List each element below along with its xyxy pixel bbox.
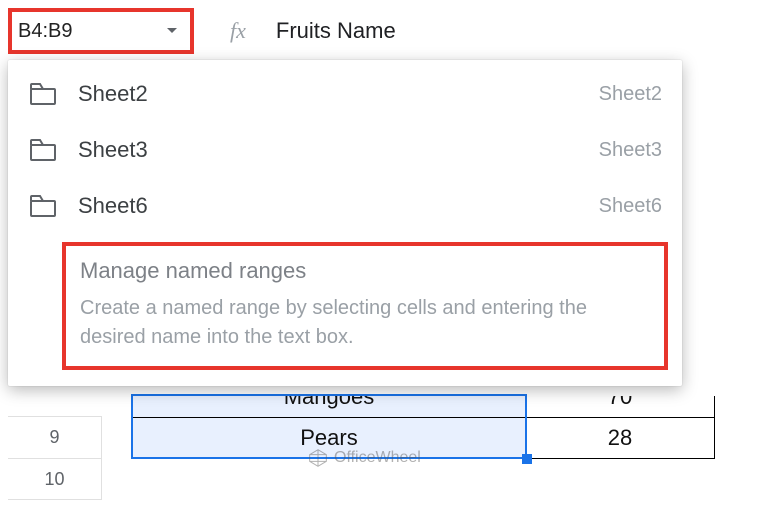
sheet-icon: [30, 139, 56, 161]
row-headers: 9 10: [8, 416, 102, 500]
manage-named-ranges[interactable]: Manage named ranges Create a named range…: [62, 242, 668, 370]
name-box-dropdown: Sheet2 Sheet2 Sheet3 Sheet3 Sheet6 Sheet…: [8, 60, 682, 386]
sheet-icon: [30, 195, 56, 217]
menu-item-sheet2[interactable]: Sheet2 Sheet2: [8, 66, 682, 122]
menu-item-sheetref: Sheet2: [599, 83, 662, 106]
chevron-down-icon[interactable]: [164, 23, 180, 39]
menu-item-label: Sheet2: [78, 81, 148, 107]
cell-b9[interactable]: Pears: [132, 417, 526, 459]
menu-item-sheetref: Sheet6: [599, 195, 662, 218]
menu-item-label: Sheet6: [78, 193, 148, 219]
cell-b8[interactable]: Mangoes: [132, 396, 526, 418]
selection-handle[interactable]: [522, 454, 532, 464]
fx-icon: fx: [230, 18, 246, 44]
formula-input[interactable]: [276, 18, 728, 44]
menu-item-sheet6[interactable]: Sheet6 Sheet6: [8, 178, 682, 234]
name-box[interactable]: [8, 8, 194, 54]
manage-named-ranges-desc: Create a named range by selecting cells …: [80, 294, 650, 352]
formula-bar-row: fx: [8, 8, 728, 54]
cell-c9[interactable]: 28: [525, 417, 715, 459]
row-header[interactable]: 9: [8, 416, 102, 458]
menu-item-sheetref: Sheet3: [599, 139, 662, 162]
manage-named-ranges-title: Manage named ranges: [80, 258, 650, 284]
row-header[interactable]: 10: [8, 458, 102, 500]
menu-item-sheet3[interactable]: Sheet3 Sheet3: [8, 122, 682, 178]
cell-c8[interactable]: 70: [525, 396, 715, 418]
sheet-icon: [30, 83, 56, 105]
name-box-input[interactable]: [18, 20, 138, 43]
menu-item-label: Sheet3: [78, 137, 148, 163]
